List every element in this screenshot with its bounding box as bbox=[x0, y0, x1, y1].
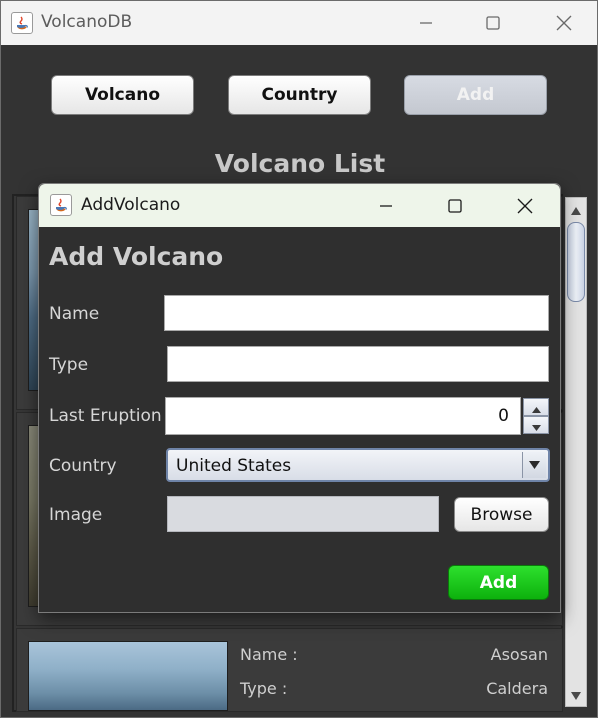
last-eruption-spinner[interactable]: 0 bbox=[165, 397, 521, 435]
main-titlebar[interactable]: VolcanoDB bbox=[1, 1, 597, 45]
minimize-button[interactable] bbox=[391, 1, 461, 45]
java-app-icon bbox=[50, 194, 72, 216]
close-icon bbox=[517, 198, 533, 214]
scroll-up-button[interactable] bbox=[566, 199, 586, 219]
chevron-down-icon[interactable] bbox=[522, 452, 546, 478]
country-nav-button[interactable]: Country bbox=[228, 75, 371, 115]
dialog-minimize-button[interactable] bbox=[351, 184, 421, 227]
country-select[interactable]: United States bbox=[166, 448, 550, 482]
spinner-increment-button[interactable] bbox=[523, 398, 549, 416]
close-icon bbox=[556, 15, 572, 31]
volcano-nav-button[interactable]: Volcano bbox=[51, 75, 194, 115]
volcano-card[interactable]: Name : Asosan Type : Caldera bbox=[16, 628, 563, 712]
type-input[interactable] bbox=[167, 346, 549, 382]
add-volcano-button[interactable]: Add bbox=[448, 565, 549, 600]
scroll-down-button[interactable] bbox=[566, 684, 586, 704]
triangle-down-icon bbox=[571, 685, 581, 704]
name-label: Name bbox=[49, 304, 100, 324]
maximize-icon bbox=[448, 198, 462, 213]
add-volcano-dialog: AddVolcano Add Volcano Name Type Last Er… bbox=[38, 183, 561, 613]
name-value: Asosan bbox=[490, 645, 548, 664]
dialog-title: AddVolcano bbox=[81, 195, 181, 215]
triangle-up-icon bbox=[531, 398, 541, 417]
country-label: Country bbox=[49, 456, 117, 476]
add-nav-button[interactable]: Add bbox=[404, 75, 547, 115]
dialog-maximize-button[interactable] bbox=[420, 184, 490, 227]
main-window-title: VolcanoDB bbox=[41, 12, 133, 32]
volcano-image bbox=[28, 641, 228, 711]
minimize-icon bbox=[419, 16, 433, 30]
image-path-field bbox=[167, 496, 439, 532]
dialog-titlebar[interactable]: AddVolcano bbox=[39, 184, 560, 227]
minimize-icon bbox=[379, 199, 393, 213]
dialog-close-button[interactable] bbox=[490, 184, 560, 227]
country-select-value: United States bbox=[176, 456, 292, 476]
name-label: Name : bbox=[240, 645, 298, 664]
image-label: Image bbox=[49, 505, 103, 525]
maximize-icon bbox=[486, 16, 500, 30]
list-scrollbar[interactable] bbox=[565, 197, 587, 707]
close-button[interactable] bbox=[529, 1, 598, 45]
java-app-icon bbox=[11, 12, 33, 34]
last-eruption-label: Last Eruption bbox=[49, 406, 162, 426]
spinner-decrement-button[interactable] bbox=[523, 416, 549, 434]
triangle-down-icon bbox=[531, 416, 541, 435]
type-label: Type : bbox=[240, 679, 288, 698]
browse-button[interactable]: Browse bbox=[454, 497, 549, 532]
volcano-list-title: Volcano List bbox=[214, 149, 386, 178]
name-input[interactable] bbox=[164, 295, 549, 331]
scroll-thumb[interactable] bbox=[567, 222, 585, 302]
dialog-heading: Add Volcano bbox=[49, 242, 224, 271]
type-label: Type bbox=[49, 355, 89, 375]
type-value: Caldera bbox=[486, 679, 548, 698]
maximize-button[interactable] bbox=[458, 1, 528, 45]
triangle-up-icon bbox=[571, 200, 581, 219]
